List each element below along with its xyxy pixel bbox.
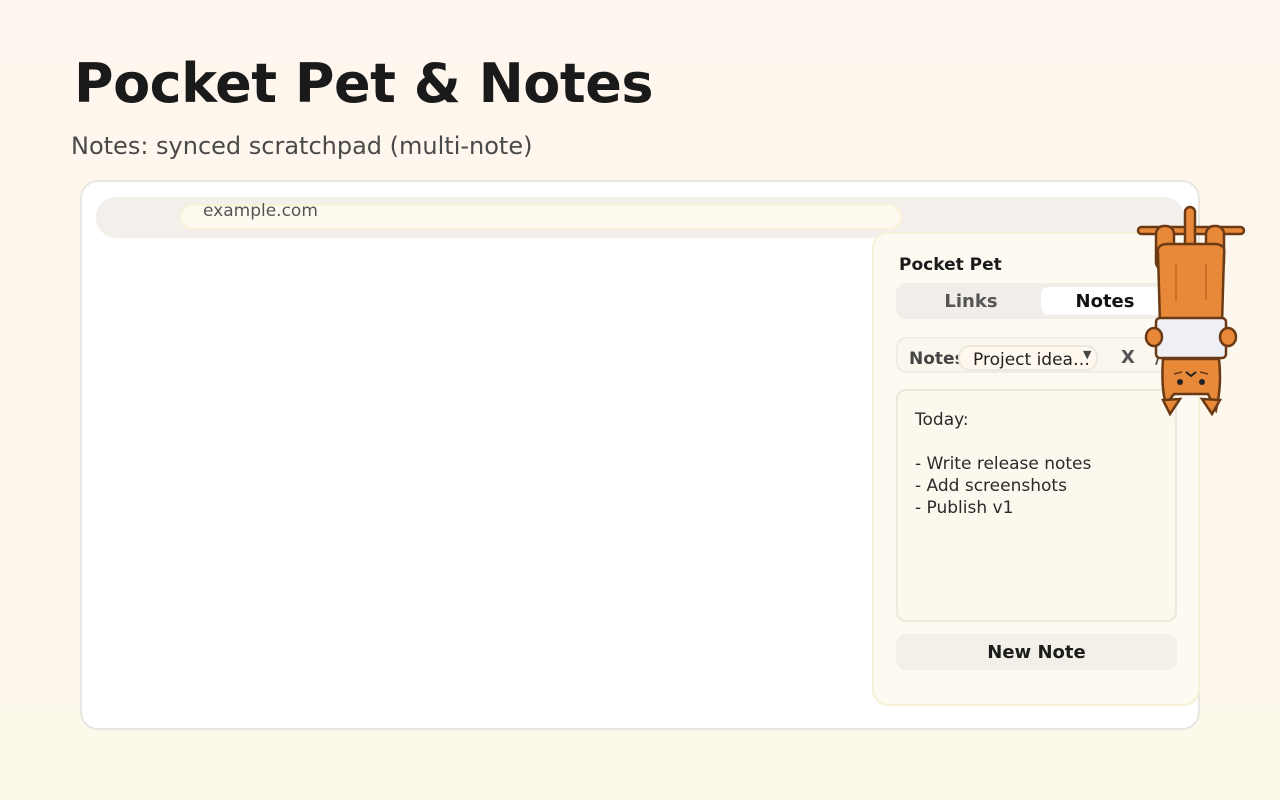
- notes-label: Notes: [909, 349, 965, 369]
- hanging-cat-mascot-icon[interactable]: [1136, 204, 1246, 419]
- tab-links[interactable]: Links: [900, 287, 1042, 315]
- popup-title: Pocket Pet: [899, 255, 1002, 275]
- address-text: example.com: [203, 201, 318, 221]
- chevron-down-icon: ▼: [1083, 348, 1092, 361]
- page-subtitle: Notes: synced scratchpad (multi-note): [71, 132, 533, 160]
- new-note-button[interactable]: New Note: [896, 634, 1177, 670]
- page-title: Pocket Pet & Notes: [74, 52, 653, 115]
- delete-note-button[interactable]: X: [1121, 347, 1135, 368]
- note-content: Today: - Write release notes - Add scree…: [915, 410, 1092, 518]
- note-select-value: Project ideas...: [973, 350, 1091, 370]
